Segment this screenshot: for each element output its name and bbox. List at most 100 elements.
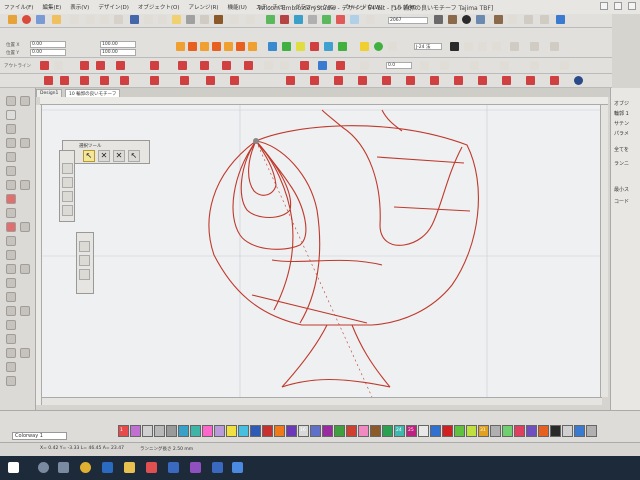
stitch-type-icon-9[interactable] [222, 61, 231, 70]
circle-tool-icon-2[interactable] [6, 152, 16, 162]
color-swatch[interactable] [538, 425, 549, 437]
stitch-type-icon-16[interactable] [360, 61, 369, 70]
lasso-select-button[interactable]: ✕ [98, 150, 110, 162]
effect-icon-21[interactable] [550, 76, 559, 85]
effect-icon-6[interactable] [150, 76, 159, 85]
color-swatch[interactable] [466, 425, 477, 437]
rectangle-tool-icon[interactable] [6, 138, 16, 148]
fill-tool-icon[interactable] [6, 222, 16, 232]
lettering-tool-icon[interactable] [6, 278, 16, 288]
thread-icon[interactable] [494, 15, 503, 24]
docker-line-6[interactable]: ランニ [614, 160, 629, 167]
stitch-type-icon-13[interactable] [300, 61, 309, 70]
stitch-type-icon-14[interactable] [318, 61, 327, 70]
pen-tool-icon[interactable] [6, 194, 16, 204]
menu-arrange[interactable]: アレンジ(R) [188, 3, 218, 11]
undo-icon[interactable] [230, 15, 239, 24]
effect-icon-14[interactable] [382, 76, 391, 85]
fill-icon-4[interactable] [236, 42, 245, 51]
yellow-shape-icon[interactable] [360, 42, 369, 51]
app-purple-icon[interactable] [190, 462, 201, 473]
cut-icon[interactable] [186, 15, 195, 24]
open-folder-icon[interactable] [52, 15, 61, 24]
color-swatch[interactable] [274, 425, 285, 437]
color-swatch[interactable] [370, 425, 381, 437]
effect-icon-10[interactable] [286, 76, 295, 85]
minimize-button[interactable] [600, 2, 608, 10]
fill-icon-3[interactable] [224, 42, 233, 51]
vertical-scrollbar[interactable] [600, 105, 608, 397]
needle-icon[interactable] [336, 15, 345, 24]
stitch-type-icon-7[interactable] [178, 61, 187, 70]
word-icon[interactable] [168, 462, 179, 473]
color-swatch[interactable] [358, 425, 369, 437]
task-view-icon[interactable] [58, 462, 69, 473]
monogram-tool-icon[interactable] [6, 250, 16, 260]
effect-icon-20[interactable] [526, 76, 535, 85]
zoom-tool-icon[interactable] [308, 15, 317, 24]
stitch-type-icon-18[interactable] [440, 61, 449, 70]
width-field[interactable]: 100.00 [100, 41, 136, 48]
break-tool-icon[interactable] [20, 348, 30, 358]
color-swatch[interactable] [502, 425, 513, 437]
color-swatch[interactable] [562, 425, 573, 437]
pointer-select-button[interactable]: ↖ [83, 150, 95, 162]
number-field[interactable]: 2067 [388, 17, 428, 24]
color-swatch[interactable] [574, 425, 585, 437]
effect-icon-19[interactable] [502, 76, 511, 85]
shape-tool-icon[interactable] [20, 138, 30, 148]
stitch-type-icon-4[interactable] [96, 61, 105, 70]
green-marker-icon[interactable] [266, 15, 275, 24]
info-icon[interactable] [462, 15, 471, 24]
stitch-type-icon-3[interactable] [80, 61, 89, 70]
text-tool-icon-2[interactable] [6, 180, 16, 190]
edge-icon[interactable] [102, 462, 113, 473]
effect-icon-7[interactable] [180, 76, 189, 85]
menu-view[interactable]: 表示(V) [70, 3, 89, 11]
file-explorer-icon[interactable] [124, 462, 135, 473]
page-icon-2[interactable] [100, 15, 109, 24]
color-swatch[interactable] [142, 425, 153, 437]
tab-design1[interactable]: Design1 [36, 89, 63, 97]
effect-icon-15[interactable] [406, 76, 415, 85]
effect-icon-13[interactable] [358, 76, 367, 85]
effect-icon-5[interactable] [120, 76, 129, 85]
stitch-type-icon-19[interactable] [470, 61, 479, 70]
color-swatch[interactable] [346, 425, 357, 437]
tie-tool-icon[interactable] [6, 320, 16, 330]
fill-icon-2[interactable] [212, 42, 221, 51]
stitch-effect-2[interactable] [79, 255, 90, 266]
effect-icon-12[interactable] [334, 76, 343, 85]
menu-function[interactable]: 機能(U) [228, 3, 247, 11]
grid-icon[interactable] [36, 15, 45, 24]
copy-icon[interactable] [114, 15, 123, 24]
word-icon-2[interactable] [212, 462, 223, 473]
view-icon[interactable] [350, 15, 359, 24]
effect-icon-1[interactable] [44, 76, 53, 85]
outline-tool-icon[interactable] [20, 222, 30, 232]
color-swatch[interactable] [262, 425, 273, 437]
fill-icon[interactable] [200, 42, 209, 51]
docker-line-5[interactable]: 全てを [614, 146, 629, 153]
polygon-select-button[interactable]: ✕ [113, 150, 125, 162]
digitize-tool-2[interactable] [62, 177, 73, 188]
star-tool-icon[interactable] [6, 166, 16, 176]
color-swatch[interactable] [430, 425, 441, 437]
redo-icon[interactable] [246, 15, 255, 24]
digitize-tool-1[interactable] [62, 163, 73, 174]
maximize-button[interactable] [614, 2, 622, 10]
blue-stitch-icon[interactable] [268, 42, 277, 51]
color-swatch[interactable] [310, 425, 321, 437]
stitch-type-icon-21[interactable] [530, 61, 539, 70]
green-stitch-icon[interactable] [282, 42, 291, 51]
digitize-tool-4[interactable] [62, 205, 73, 216]
menu-file[interactable]: ファイル(F) [4, 3, 33, 11]
color-swatch[interactable] [334, 425, 345, 437]
circle-tool-icon[interactable] [374, 42, 383, 51]
color-swatch[interactable] [202, 425, 213, 437]
green-stitch-icon-2[interactable] [338, 42, 347, 51]
effect-icon-11[interactable] [310, 76, 319, 85]
embroidery-app-icon[interactable] [232, 462, 243, 473]
close-button[interactable] [628, 2, 636, 10]
effect-icon-17[interactable] [454, 76, 463, 85]
